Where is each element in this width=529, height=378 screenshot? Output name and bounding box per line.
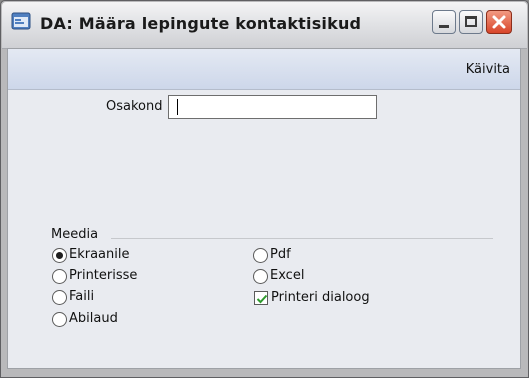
radio-pdf[interactable]	[253, 248, 268, 263]
window-title: DA: Määra lepingute kontaktisikud	[40, 14, 362, 33]
minimize-button[interactable]	[432, 10, 456, 34]
radio-abilaud-label[interactable]: Abilaud	[69, 311, 118, 326]
department-input[interactable]	[168, 95, 377, 119]
radio-abilaud[interactable]	[52, 312, 67, 327]
close-button[interactable]	[486, 10, 512, 34]
radio-faili-label[interactable]: Faili	[69, 289, 94, 304]
media-group-label: Meedia	[51, 227, 99, 242]
window: DA: Määra lepingute kontaktisikud Käivit…	[0, 0, 529, 378]
maximize-button[interactable]	[459, 10, 483, 34]
toolbar: Käivita	[8, 49, 520, 90]
text-cursor	[177, 99, 178, 115]
media-group-divider	[111, 238, 493, 239]
radio-pdf-label[interactable]: Pdf	[270, 247, 291, 262]
radio-printerisse-label[interactable]: Printerisse	[69, 268, 137, 283]
run-button[interactable]: Käivita	[466, 62, 510, 77]
radio-ekraanile-label[interactable]: Ekraanile	[69, 247, 129, 262]
printer-dialog-label[interactable]: Printeri dialoog	[271, 290, 370, 305]
checkmark-icon	[256, 294, 268, 304]
radio-printerisse[interactable]	[52, 269, 67, 284]
app-window-icon	[11, 12, 31, 30]
department-label: Osakond	[106, 99, 163, 114]
title-bar[interactable]: DA: Määra lepingute kontaktisikud	[2, 2, 527, 49]
printer-dialog-checkbox[interactable]	[254, 291, 268, 305]
maximize-icon	[465, 16, 477, 27]
radio-faili[interactable]	[52, 290, 67, 305]
radio-excel-label[interactable]: Excel	[270, 268, 304, 283]
radio-excel[interactable]	[253, 269, 268, 284]
dialog-body: Käivita Osakond Meedia Ekraanile Printer…	[7, 48, 521, 369]
minimize-icon	[439, 25, 449, 28]
radio-ekraanile[interactable]	[52, 248, 67, 263]
close-icon	[492, 15, 506, 29]
